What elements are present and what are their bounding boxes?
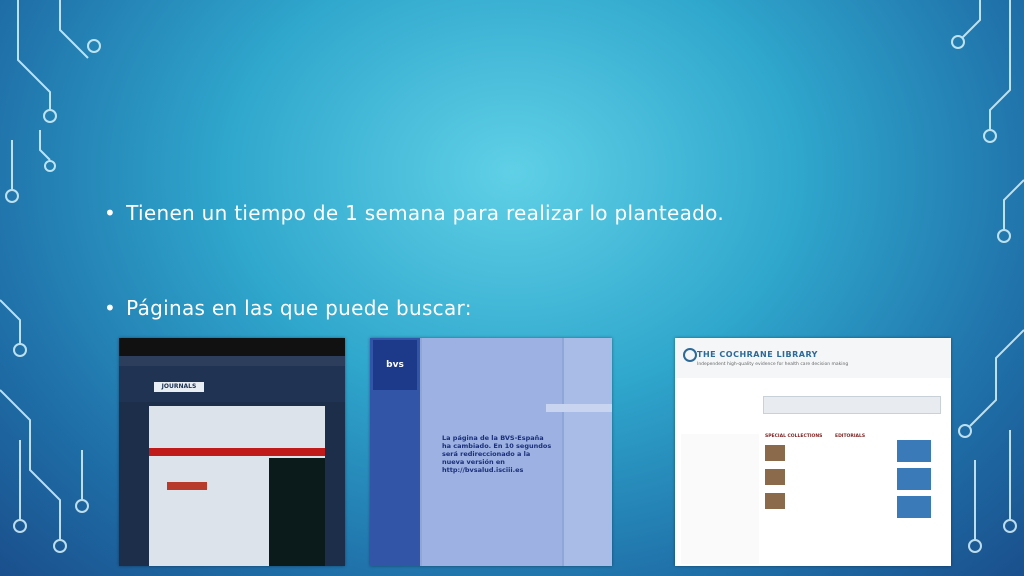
browse-column — [681, 434, 759, 564]
cochrane-logo-icon — [683, 348, 697, 362]
bvs-news-bar — [546, 404, 612, 412]
journals-logo: JOURNALS — [154, 382, 204, 392]
cochrane-subtitle: Independent high-quality evidence for he… — [697, 362, 849, 367]
site-nav — [119, 356, 345, 366]
collection-thumb — [765, 493, 785, 509]
bullet-text: Tienen un tiempo de 1 semana para realiz… — [126, 201, 725, 225]
special-collections-column: SPECIAL COLLECTIONS — [765, 434, 829, 564]
collection-thumb — [765, 445, 785, 461]
bvs-notice: La página de la BVS-España ha cambiado. … — [442, 434, 552, 474]
alert-bar — [149, 448, 325, 456]
bvs-logo: bvs — [373, 340, 417, 390]
collection-thumb — [765, 469, 785, 485]
cochrane-library-screenshot[interactable]: THE COCHRANE LIBRARY Independent high-qu… — [675, 338, 951, 566]
promo-tile — [897, 468, 931, 490]
bullet-time: • Tienen un tiempo de 1 semana para reali… — [104, 201, 724, 225]
editorials-column: EDITORIALS — [835, 434, 891, 564]
section-heading: SPECIAL COLLECTIONS — [765, 434, 823, 439]
bvs-espana-screenshot[interactable]: bvs La página de la BVS-España ha cambia… — [370, 338, 612, 566]
promo-tile — [897, 440, 931, 462]
promo-tile — [897, 496, 931, 518]
cochrane-title: THE COCHRANE LIBRARY — [697, 350, 818, 359]
bullet-pages: • Páginas en las que puede buscar: — [104, 296, 472, 320]
browser-topbar — [119, 338, 345, 356]
cochrane-menu — [763, 396, 941, 414]
section-heading: EDITORIALS — [835, 434, 866, 439]
bullet-dot: • — [104, 296, 117, 320]
register-button — [167, 482, 207, 490]
promo-image — [269, 458, 325, 566]
site-hero — [119, 366, 345, 402]
bvs-right-column — [564, 338, 612, 566]
bullet-text: Páginas en las que puede buscar: — [126, 296, 472, 320]
promo-column — [897, 434, 945, 564]
cambridge-journals-screenshot[interactable]: JOURNALS — [119, 338, 345, 566]
bullet-dot: • — [104, 201, 117, 225]
